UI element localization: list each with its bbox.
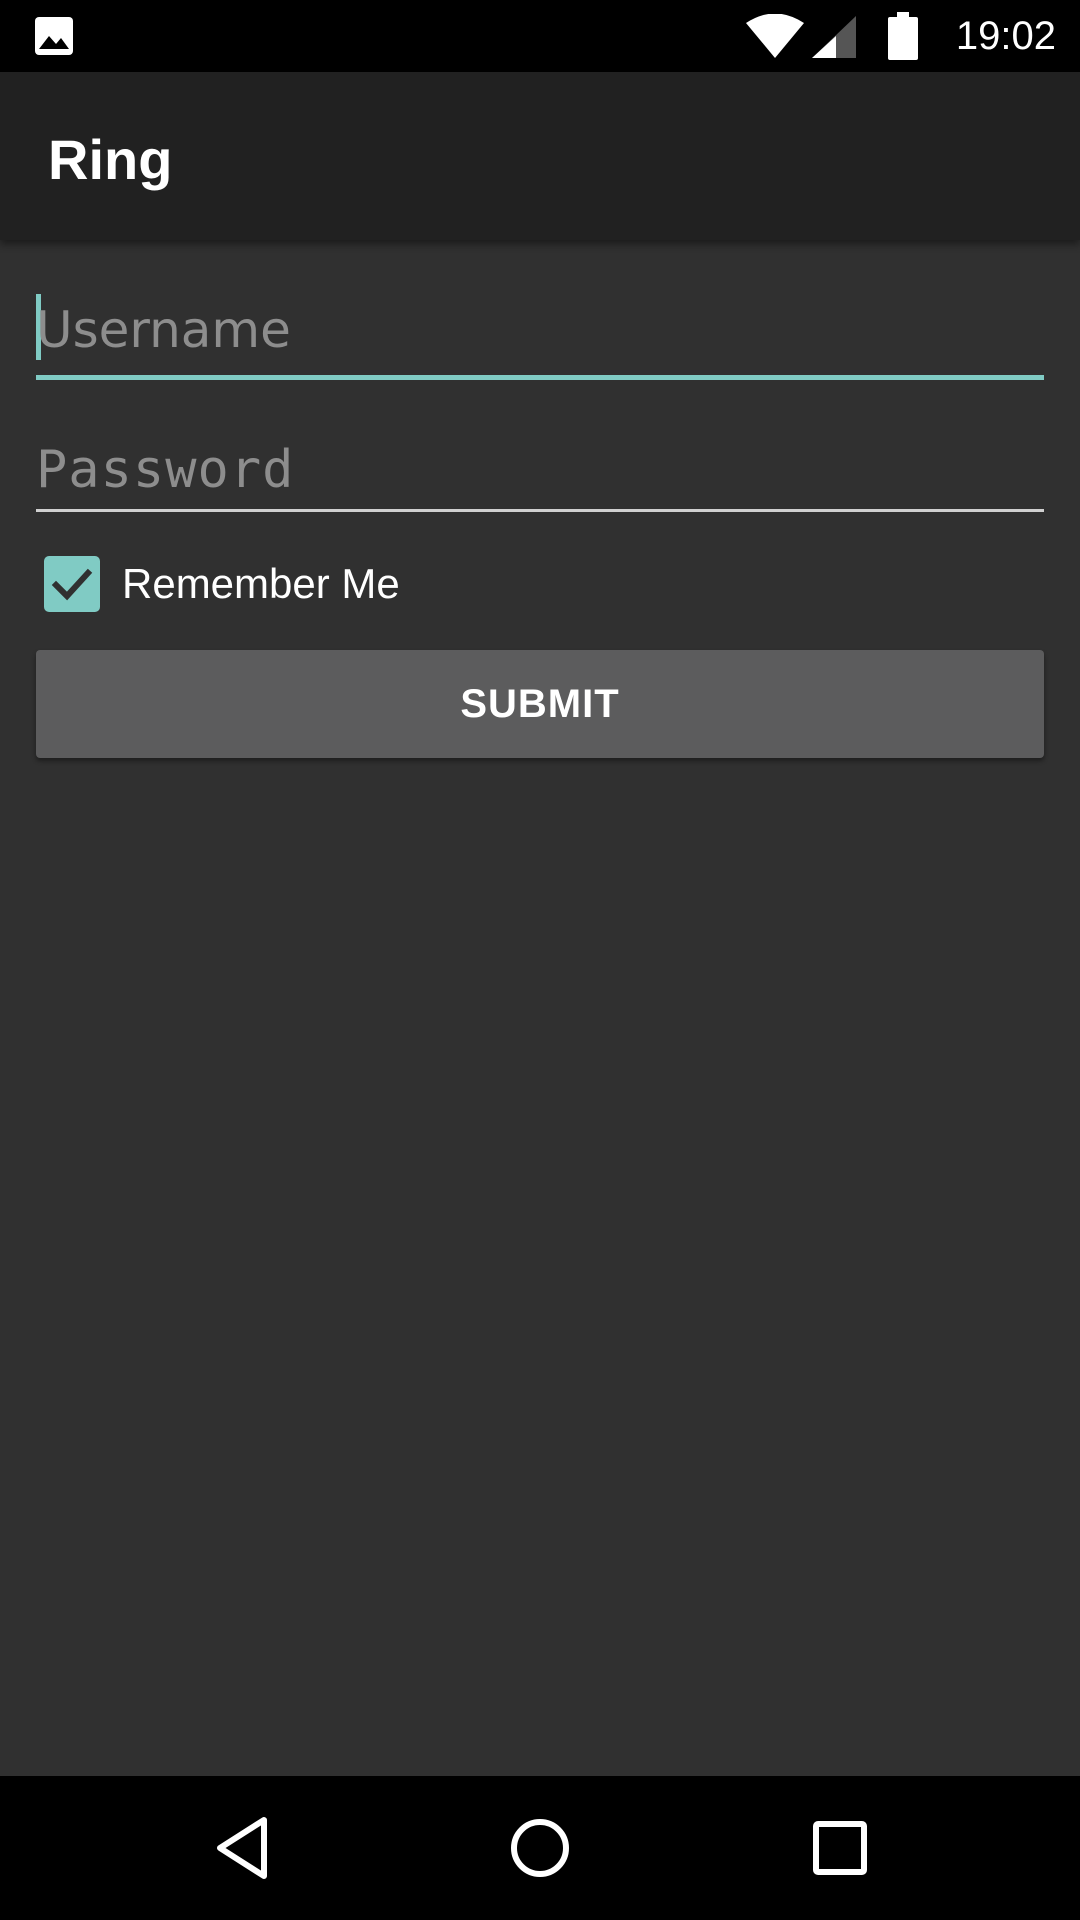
home-icon[interactable] [510,1818,570,1878]
checkmark-icon [51,568,93,601]
username-underline [36,375,1044,380]
password-field[interactable]: Password [36,430,1044,512]
nav-bar [0,1776,1080,1920]
app-title: Ring [48,128,173,191]
app-bar: Ring [0,72,1080,240]
status-time: 19:02 [955,14,1056,58]
submit-label: SUBMIT [460,681,620,726]
screen: 19:02 Ring Username Password Remember Me… [0,0,1080,1920]
remember-me-label: Remember Me [122,560,400,607]
username-placeholder: Username [36,301,291,359]
status-bar: 19:02 [0,0,1080,72]
submit-button[interactable]: SUBMIT [36,650,1044,758]
remember-me-row[interactable]: Remember Me [44,556,400,612]
password-placeholder: Password [36,440,295,500]
battery-icon [888,12,918,60]
back-icon[interactable] [212,1812,272,1884]
username-field[interactable]: Username [36,290,1044,380]
remember-me-checkbox[interactable] [44,556,100,612]
password-underline [36,509,1044,512]
wifi-icon [746,13,804,58]
signal-icon [812,16,856,58]
recents-icon[interactable] [812,1820,868,1876]
gallery-icon [34,16,74,56]
